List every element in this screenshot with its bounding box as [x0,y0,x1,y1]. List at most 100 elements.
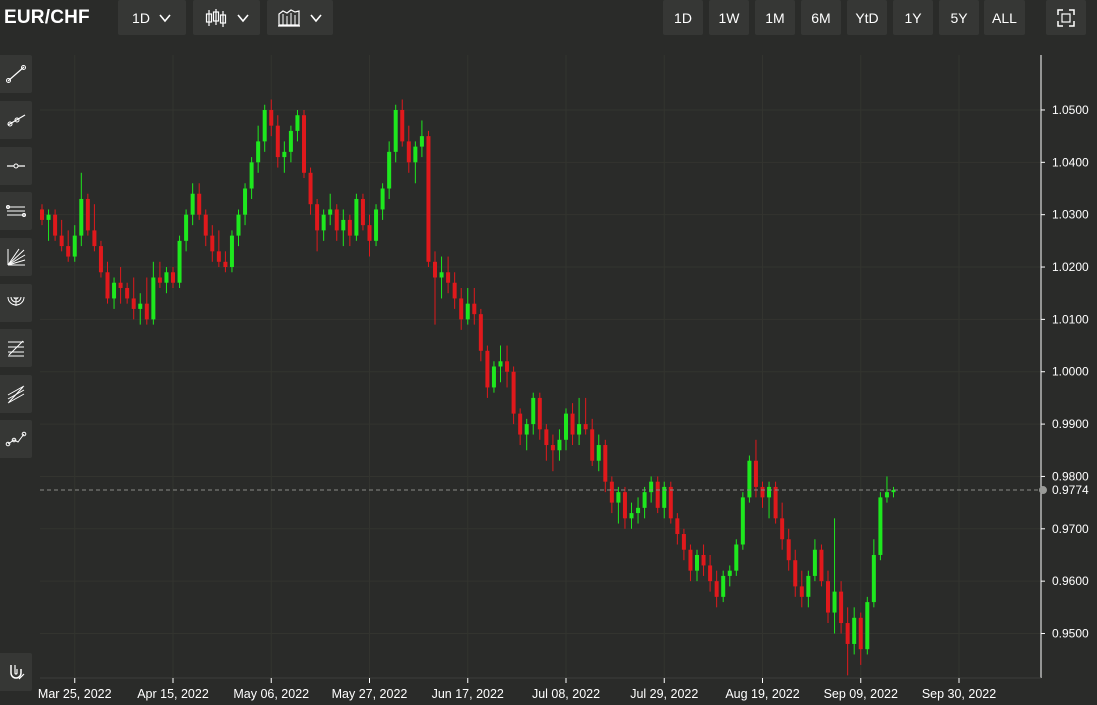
candle [714,570,719,608]
candle-body [341,219,346,231]
candle-body [59,235,64,247]
candle [590,418,595,466]
pitchfork-icon [7,385,25,404]
candle [256,125,261,173]
horizontal-line-tool[interactable] [0,147,32,185]
candle [826,570,830,624]
y-axis-ticks: 0.9500 0.9600 0.9700 0.9800 0.9900 1.0000 1.01… [1041,103,1089,641]
candle-body [452,282,457,299]
price-chart[interactable]: 0.9500 0.9600 0.9700 0.9800 0.9900 1.0000 1.01… [0,0,1097,705]
candle-body [243,188,248,215]
candle [66,230,71,262]
candle [46,209,51,241]
candle-body [629,513,634,519]
candle-body [537,397,542,430]
candle-body [767,486,772,498]
candle [609,476,614,514]
candle-body [505,361,510,372]
fibonacci-icon [8,340,24,357]
candle [171,267,175,288]
candle-body [485,350,490,388]
candle-body [819,549,824,582]
chart-grid [40,55,1041,678]
candle-body [315,204,320,231]
candle-body [177,240,182,283]
candle [799,570,804,608]
candle-body [491,366,496,388]
candle-body [714,581,719,597]
candle-body [282,151,287,158]
candle-body [472,303,477,315]
candle-body [655,481,660,508]
candle [295,109,300,142]
candle-body [518,413,523,435]
candle [662,481,667,519]
fan-tool[interactable] [0,238,32,276]
candle-body [577,424,582,435]
candle-body [564,413,568,440]
candle-body [236,214,241,236]
candle [734,539,739,576]
ray-tool[interactable] [0,101,32,139]
x-tick-label: Jul 08, 2022 [532,687,600,701]
candle [216,230,221,268]
candle [701,544,706,576]
candle [491,361,496,393]
candle [374,204,379,247]
candle [387,141,392,199]
candle-body [884,492,889,498]
candle-body [636,507,641,514]
candle-body [112,282,117,299]
candle-body [387,151,392,189]
candle-body [144,303,149,320]
arc-tool[interactable] [0,284,32,322]
y-tick-label: 0.9600 [1052,574,1089,588]
candle-body [550,445,555,451]
candle-body [780,518,785,540]
candle-body [590,429,595,461]
candle-body [498,361,503,367]
candle [812,539,817,582]
candle [59,219,64,252]
x-tick-label: Mar 25, 2022 [38,687,112,701]
candle [498,345,503,383]
candle [675,513,680,545]
candle [537,392,542,440]
candle [622,486,627,529]
candle-body [681,534,686,550]
candle [695,549,699,582]
candle [184,209,189,252]
candle-body [249,162,254,189]
candle-body [668,486,673,519]
candle-body [380,188,385,210]
candle [262,104,267,152]
candle-body [845,623,850,644]
drawing-tools-sidebar [0,44,36,705]
candle [203,209,208,247]
trend-line-tool[interactable] [0,55,32,93]
path-tool[interactable] [0,420,32,458]
candle [603,439,608,493]
parallel-channel-tool[interactable] [0,192,32,230]
candle [177,235,182,288]
fibonacci-tool[interactable] [0,329,32,367]
candle [806,570,811,608]
candle [72,225,77,262]
candle-body [701,554,706,566]
candle-body [40,209,44,220]
candle-body [66,246,71,257]
candle-body [708,565,713,582]
candle [564,408,568,451]
candle-body [302,115,306,173]
candle-body [642,492,647,508]
candle [878,492,883,561]
candle-body [223,261,228,268]
candle [708,554,713,592]
candle [223,251,228,273]
candle-body [793,560,798,587]
candle [865,596,870,655]
parallel-channel-icon [6,205,26,217]
last-price-label: 0.9774 [1052,483,1089,497]
magnet-tool[interactable] [0,653,32,691]
pitchfork-tool[interactable] [0,375,32,413]
